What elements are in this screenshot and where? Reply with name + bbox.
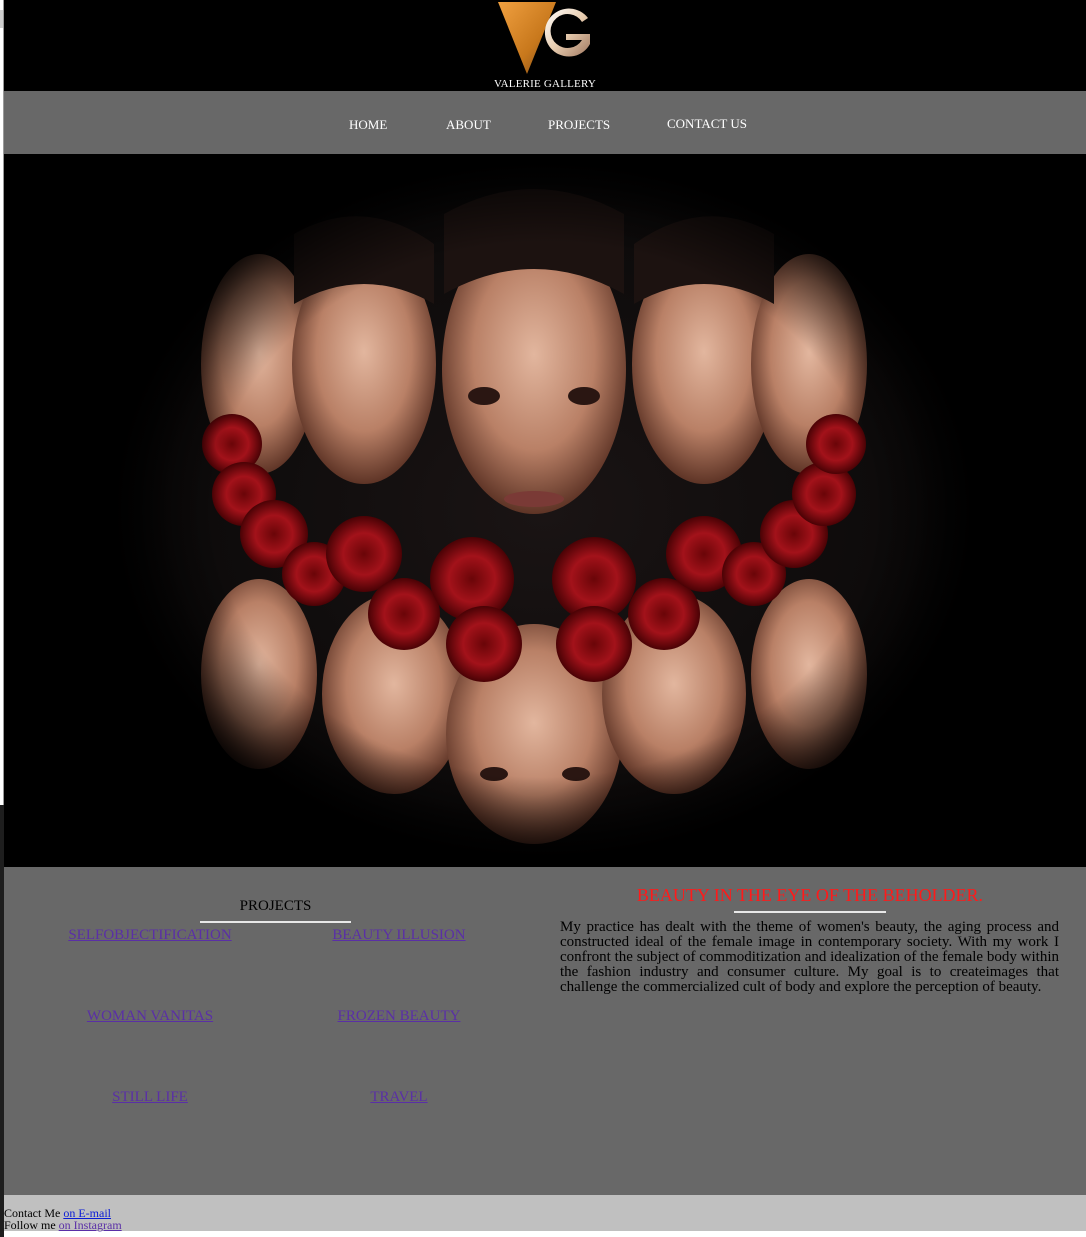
brand-name: VALERIE GALLERY: [493, 78, 597, 90]
footer: Contact Me on E-mail Follow me on Instag…: [4, 1195, 1086, 1231]
project-link-still-life[interactable]: STILL LIFE: [40, 1089, 260, 1106]
project-link-frozen-beauty[interactable]: FROZEN BEAUTY: [289, 1008, 509, 1025]
instagram-link[interactable]: on Instagram: [59, 1218, 122, 1232]
kaleidoscope-portrait-image: [104, 154, 984, 866]
window-edge-mark: [0, 10, 3, 28]
article-body: My practice has dealt with the theme of …: [560, 919, 1059, 995]
content-section: PROJECTS SELFOBJECTIFICATION BEAUTY ILLU…: [4, 867, 1086, 1195]
project-link-travel[interactable]: TRAVEL: [289, 1089, 509, 1106]
project-link-selfobjectification[interactable]: SELFOBJECTIFICATION: [40, 927, 260, 944]
footer-follow-prefix: Follow me: [4, 1218, 56, 1232]
header: VALERIE GALLERY: [4, 0, 1086, 91]
projects-divider: [200, 921, 351, 923]
nav-contact-us[interactable]: CONTACT US: [667, 116, 747, 132]
project-link-beauty-illusion[interactable]: BEAUTY ILLUSION: [289, 927, 509, 944]
nav-projects[interactable]: PROJECTS: [548, 117, 610, 133]
main-nav: HOME ABOUT PROJECTS CONTACT US: [4, 91, 1086, 154]
article-divider: [734, 911, 886, 913]
nav-home[interactable]: HOME: [349, 117, 387, 133]
project-link-woman-vanitas[interactable]: WOMAN VANITAS: [40, 1008, 260, 1025]
article-title: BEAUTY IN THE EYE OF THE BEHOLDER.: [636, 885, 984, 905]
site: VALERIE GALLERY HOME ABOUT PROJECTS CONT…: [4, 0, 1086, 1231]
footer-follow: Follow me on Instagram: [4, 1219, 122, 1231]
projects-heading: PROJECTS: [239, 898, 312, 914]
vg-monogram-icon: [498, 2, 590, 74]
hero-image: [4, 154, 1086, 867]
nav-about[interactable]: ABOUT: [446, 117, 491, 133]
logo[interactable]: VALERIE GALLERY: [490, 0, 600, 91]
